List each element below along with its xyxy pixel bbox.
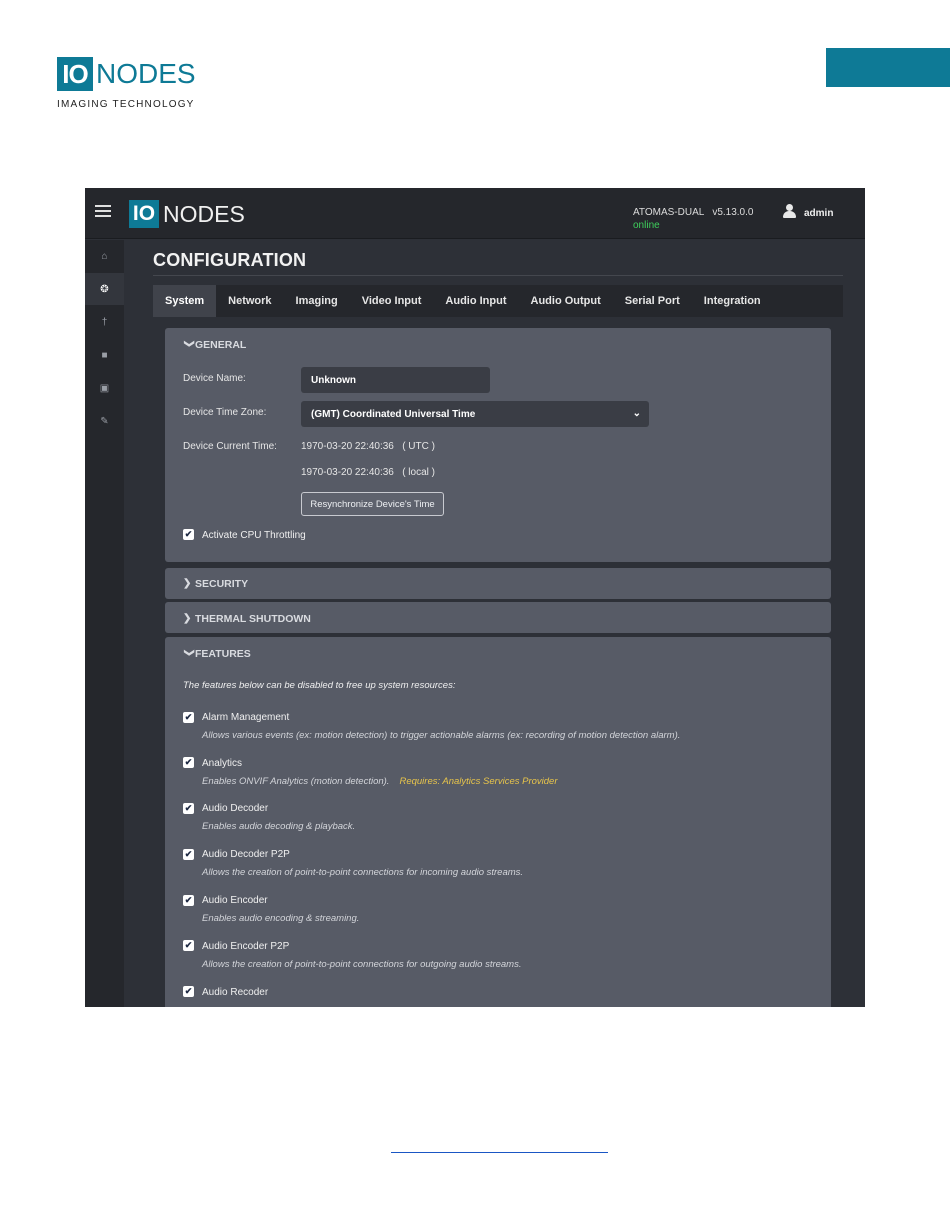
security-panel[interactable]: ❯ SECURITY [165, 568, 831, 599]
timezone-label: Device Time Zone: [183, 407, 267, 418]
config-tabs: System Network Imaging Video Input Audio… [153, 285, 843, 317]
sidebar: ⌂ ❂ † ■ ▣ ✎ [85, 240, 124, 1007]
feature-description: Enables ONVIF Analytics (motion detectio… [202, 776, 558, 787]
feature-description: Enables audio decoding & playback. [202, 821, 356, 832]
cpu-throttling-label: Activate CPU Throttling [202, 530, 306, 541]
gear-icon[interactable]: ❂ [85, 273, 124, 305]
feature-checkbox[interactable]: ✔ [183, 986, 194, 997]
local-time: 1970-03-20 22:40:36 ( local ) [301, 467, 435, 478]
thermal-panel-header[interactable]: ❯ THERMAL SHUTDOWN [165, 602, 831, 635]
lock-icon[interactable]: ▣ [85, 372, 124, 404]
main-content: CONFIGURATION System Network Imaging Vid… [153, 240, 843, 1007]
timezone-select[interactable]: (GMT) Coordinated Universal Time ⌄ [301, 401, 649, 427]
footer-link-underline[interactable] [391, 1152, 608, 1153]
user-menu[interactable]: admin [783, 204, 833, 219]
device-status: online [633, 220, 660, 231]
device-info: ATOMAS-DUAL v5.13.0.0 [633, 207, 753, 218]
feature-label: Audio Decoder [202, 803, 269, 814]
app-logo[interactable]: IO NODES [129, 200, 245, 228]
chevron-right-icon: ❯ [183, 613, 192, 624]
security-panel-header[interactable]: ❯ SECURITY [165, 568, 831, 599]
feature-checkbox[interactable]: ✔ [183, 849, 194, 860]
top-bar: IO NODES ATOMAS-DUAL v5.13.0.0 online adm… [85, 188, 865, 239]
features-panel-header[interactable]: ❯ FEATURES [165, 637, 831, 671]
timezone-value: (GMT) Coordinated Universal Time [311, 408, 476, 420]
page-title: CONFIGURATION [153, 240, 843, 276]
features-title: FEATURES [195, 648, 251, 660]
feature-description: Allows the creation of point-to-point co… [202, 959, 522, 970]
thermal-title: THERMAL SHUTDOWN [195, 612, 311, 625]
features-intro: The features below can be disabled to fr… [183, 680, 456, 691]
feature-checkbox[interactable]: ✔ [183, 757, 194, 768]
feature-checkbox[interactable]: ✔ [183, 895, 194, 906]
thermal-shutdown-panel[interactable]: ❯ THERMAL SHUTDOWN [165, 602, 831, 633]
usb-icon[interactable]: † [85, 306, 124, 338]
feature-checkbox[interactable]: ✔ [183, 712, 194, 723]
tab-video-input[interactable]: Video Input [350, 285, 434, 317]
home-icon[interactable]: ⌂ [85, 240, 124, 272]
device-name-label: Device Name: [183, 373, 246, 384]
firmware-version: v5.13.0.0 [712, 207, 754, 218]
feature-label: Audio Encoder P2P [202, 941, 290, 952]
security-title: SECURITY [195, 577, 249, 590]
tab-imaging[interactable]: Imaging [284, 285, 350, 317]
wrench-icon[interactable]: ✎ [85, 405, 124, 437]
header-accent-bar [826, 48, 950, 87]
feature-label: Audio Recoder [202, 987, 269, 998]
resync-time-button[interactable]: Resynchronize Device's Time [301, 492, 444, 516]
feature-label: Analytics [202, 758, 243, 769]
user-name: admin [804, 208, 834, 219]
chevron-right-icon: ❯ [183, 578, 192, 589]
document-page: IO NODES IMAGING TECHNOLOGY IO NODES ATO… [0, 0, 950, 1229]
chevron-down-icon: ⌄ [632, 408, 641, 419]
tab-network[interactable]: Network [216, 285, 283, 317]
tab-integration[interactable]: Integration [692, 285, 773, 317]
tab-audio-output[interactable]: Audio Output [519, 285, 613, 317]
tab-audio-input[interactable]: Audio Input [433, 285, 518, 317]
feature-checkbox[interactable]: ✔ [183, 803, 194, 814]
feature-description: Enables audio encoding & streaming. [202, 913, 360, 924]
feature-checkbox[interactable]: ✔ [183, 940, 194, 951]
feature-label: Audio Encoder [202, 895, 268, 906]
general-title: GENERAL [195, 339, 247, 351]
device-name-input[interactable]: Unknown [301, 367, 490, 393]
tab-system[interactable]: System [153, 285, 217, 317]
feature-description: Allows the creation of point-to-point co… [202, 867, 524, 878]
chevron-down-icon: ❯ [183, 648, 195, 657]
feature-description-text: Enables ONVIF Analytics (motion detectio… [202, 776, 390, 787]
general-panel-header[interactable]: ❯ GENERAL [165, 328, 831, 362]
current-time-label: Device Current Time: [183, 441, 277, 452]
user-icon [783, 204, 796, 219]
logo-nodes: NODES [96, 58, 196, 89]
camera-icon[interactable]: ■ [85, 339, 124, 371]
logo-mark: IO NODES [57, 57, 196, 91]
app-window: IO NODES ATOMAS-DUAL v5.13.0.0 online adm… [85, 188, 865, 1007]
feature-label: Audio Decoder P2P [202, 849, 290, 860]
logo-io: IO [57, 57, 93, 91]
ionodes-document-logo: IO NODES IMAGING TECHNOLOGY [57, 57, 196, 110]
general-panel: ❯ GENERAL Device Name: Unknown Device Ti… [165, 328, 831, 562]
logo-tagline: IMAGING TECHNOLOGY [57, 99, 195, 110]
hamburger-menu-icon[interactable] [95, 205, 111, 218]
feature-requirement: Requires: Analytics Services Provider [399, 776, 558, 787]
tab-serial-port[interactable]: Serial Port [613, 285, 692, 317]
app-logo-io: IO [129, 200, 159, 228]
device-model: ATOMAS-DUAL [633, 207, 705, 218]
app-logo-nodes: NODES [163, 200, 245, 227]
chevron-down-icon: ❯ [183, 339, 195, 348]
cpu-throttling-checkbox[interactable]: ✔ [183, 529, 194, 540]
feature-description: Allows various events (ex: motion detect… [202, 730, 681, 741]
features-panel: ❯ FEATURES The features below can be dis… [165, 637, 831, 1007]
utc-time: 1970-03-20 22:40:36 ( UTC ) [301, 441, 435, 452]
feature-label: Alarm Management [202, 712, 290, 723]
